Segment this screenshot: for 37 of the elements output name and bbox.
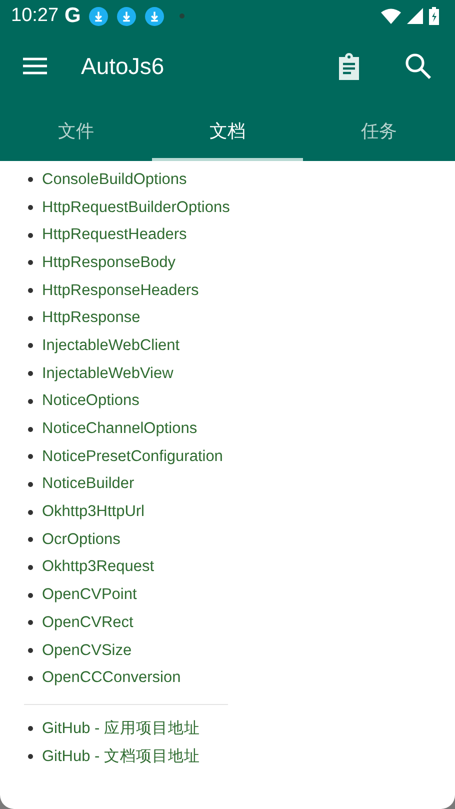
- doc-link[interactable]: OpenCVPoint: [42, 586, 137, 604]
- status-time: 10:27: [11, 5, 59, 27]
- dot-icon: [178, 13, 185, 19]
- doc-link[interactable]: Okhttp3HttpUrl: [42, 503, 145, 522]
- doc-link[interactable]: NoticeOptions: [42, 392, 140, 410]
- clipboard-icon[interactable]: [337, 52, 361, 80]
- doc-link[interactable]: HttpResponseHeaders: [42, 282, 199, 300]
- download-icon: [144, 6, 164, 26]
- repo-link[interactable]: GitHub - 应用项目地址: [42, 718, 200, 740]
- wifi-icon: [381, 8, 401, 24]
- doc-link[interactable]: HttpRequestHeaders: [42, 226, 187, 244]
- doc-link[interactable]: HttpRequestBuilderOptions: [42, 198, 230, 217]
- doc-link[interactable]: OcrOptions: [42, 530, 120, 549]
- tab[interactable]: 文档: [152, 103, 304, 161]
- doc-link[interactable]: HttpResponseBody: [42, 254, 176, 272]
- doc-link[interactable]: OpenCVRect: [42, 614, 134, 632]
- signal-icon: [407, 8, 423, 24]
- carrier-letter: G: [64, 4, 81, 28]
- tab[interactable]: 文件: [0, 103, 152, 161]
- doc-link[interactable]: OpenCCConversion: [42, 669, 181, 688]
- doc-link[interactable]: InjectableWebClient: [42, 336, 180, 355]
- download-icon: [116, 6, 136, 26]
- menu-icon[interactable]: [23, 57, 47, 75]
- battery-icon: [429, 7, 439, 25]
- repo-link[interactable]: GitHub - 文档项目地址: [42, 746, 200, 768]
- doc-link[interactable]: NoticePresetConfiguration: [42, 448, 223, 466]
- doc-link[interactable]: Okhttp3Request: [42, 558, 154, 576]
- doc-link[interactable]: HttpResponse: [42, 309, 140, 328]
- tab[interactable]: 任务: [303, 103, 455, 161]
- doc-link[interactable]: NoticeBuilder: [42, 475, 134, 494]
- doc-link[interactable]: NoticeChannelOptions: [42, 420, 198, 438]
- download-icon: [88, 6, 108, 26]
- search-icon[interactable]: [405, 53, 431, 79]
- doc-link[interactable]: InjectableWebView: [42, 364, 174, 383]
- doc-link[interactable]: OpenCVSize: [42, 642, 132, 660]
- app-title: AutoJs6: [81, 52, 164, 80]
- doc-link[interactable]: ConsoleBuildOptions: [42, 170, 187, 189]
